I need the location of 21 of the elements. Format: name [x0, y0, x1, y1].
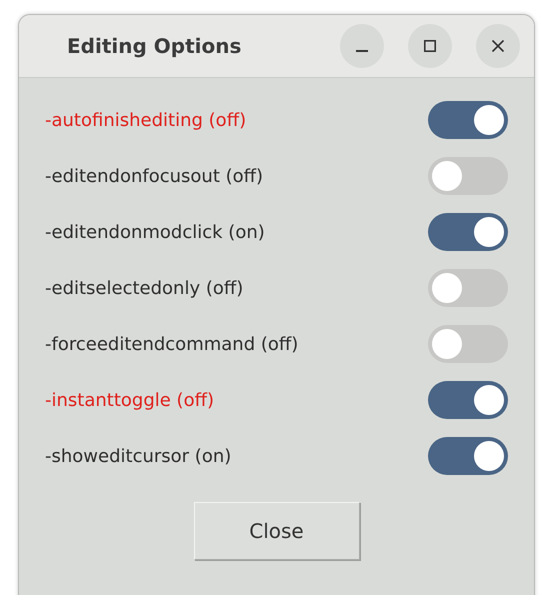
close-window-button[interactable]	[476, 24, 520, 68]
maximize-icon	[422, 38, 438, 54]
option-label: -forceeditendcommand (off)	[45, 334, 298, 354]
option-label: -autofinishediting (off)	[45, 110, 246, 130]
toggle-switch[interactable]	[428, 101, 508, 139]
window-title: Editing Options	[67, 34, 242, 58]
option-label: -instanttoggle (off)	[45, 390, 214, 410]
toggle-switch[interactable]	[428, 157, 508, 195]
option-label: -showeditcursor (on)	[45, 446, 232, 466]
toggle-switch[interactable]	[428, 381, 508, 419]
option-label: -editselectedonly (off)	[45, 278, 244, 298]
option-label: -editendonfocusout (off)	[45, 166, 264, 186]
close-button[interactable]: Close	[194, 502, 360, 560]
close-icon	[490, 38, 506, 54]
toggle-switch[interactable]	[428, 269, 508, 307]
toggle-switch[interactable]	[428, 437, 508, 475]
toggle-switch[interactable]	[428, 325, 508, 363]
option-label: -editendonmodclick (on)	[45, 222, 265, 242]
maximize-button[interactable]	[408, 24, 452, 68]
minimize-icon	[356, 50, 368, 52]
toggle-switch[interactable]	[428, 213, 508, 251]
